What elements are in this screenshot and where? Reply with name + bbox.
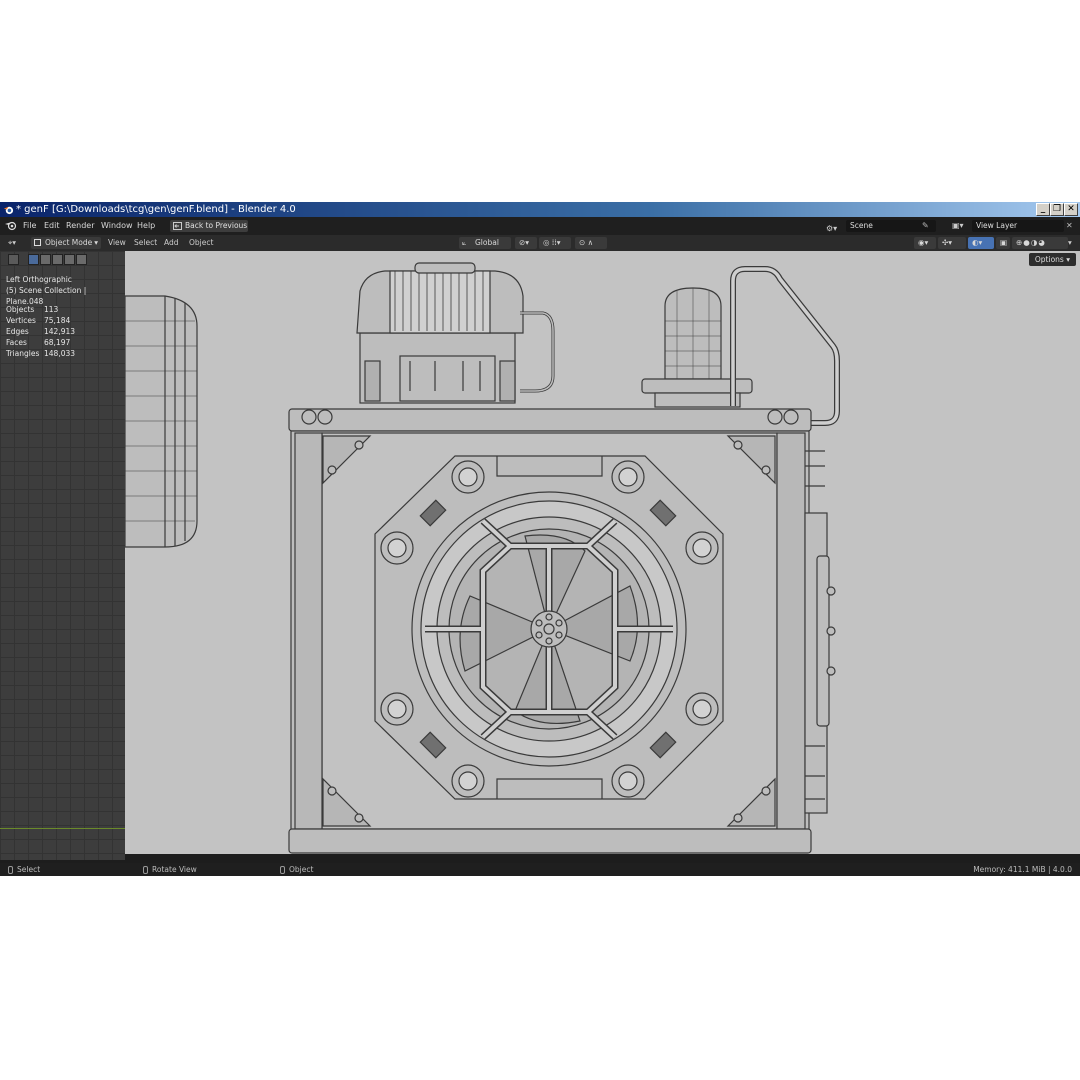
menu-object[interactable]: Object	[189, 235, 213, 251]
stat-value: 113	[44, 305, 59, 314]
top-menu-bar: File Edit Render Window Help Back to Pre…	[0, 217, 1080, 235]
overlay-icon: ◐▾	[972, 238, 983, 247]
blender-window: * genF [G:\Downloads\tcg\gen\genF.blend]…	[0, 202, 1080, 876]
pivot-icon: ⊘▾	[519, 238, 530, 247]
stat-label: Triangles	[6, 349, 40, 358]
stat-value: 142,913	[44, 327, 76, 336]
overlay-toggle[interactable]: ◐▾	[968, 237, 994, 249]
select-invert-icon[interactable]	[64, 254, 75, 265]
menu-select[interactable]: Select	[134, 235, 157, 251]
status-object-label: Object	[289, 865, 314, 874]
scene-statistics: Objects 113 Vertices 75,184 Edges 142,913 Face…	[6, 304, 75, 359]
xray-icon: ▣	[1000, 238, 1008, 247]
status-select-label: Select	[17, 865, 41, 874]
proportional-edit-toggle[interactable]: ⊙ ∧	[575, 237, 607, 249]
select-tool-icon[interactable]	[8, 254, 19, 265]
viewport-header: ⌖▾ Object Mode ▾ View Select Add Object …	[0, 235, 1080, 251]
menu-window[interactable]: Window	[101, 217, 133, 235]
chevron-down-icon: ▾	[94, 238, 98, 247]
snap-toggle[interactable]: ◎ ⁞⁞▾	[539, 237, 571, 249]
gizmo-icon: ✣▾	[942, 238, 953, 247]
mode-label: Object Mode	[45, 238, 93, 247]
blender-menu-icon[interactable]	[5, 221, 17, 231]
blender-logo-icon	[3, 206, 14, 215]
editor-type-icon[interactable]: ⌖▾	[8, 235, 16, 251]
scene-field-value: Scene	[850, 221, 873, 230]
pin-icon[interactable]: ✎	[922, 217, 929, 235]
status-rotate: Rotate View	[143, 863, 197, 876]
back-to-previous-button[interactable]: Back to Previous	[170, 220, 248, 232]
transform-orientation-label: Global	[475, 238, 499, 247]
stat-label: Objects	[6, 305, 35, 314]
stat-value: 148,033	[44, 349, 76, 358]
top-plate	[288, 408, 812, 432]
mode-dropdown[interactable]: Object Mode ▾	[31, 237, 101, 249]
options-button[interactable]: Options ▾	[1028, 253, 1076, 266]
gizmo-toggle[interactable]: ✣▾	[938, 237, 966, 249]
stat-row-vertices: Vertices 75,184	[6, 315, 75, 326]
menu-add[interactable]: Add	[164, 235, 179, 251]
menu-file[interactable]: File	[23, 217, 36, 235]
scene-icon[interactable]: ⚙▾	[826, 220, 844, 233]
status-object: Object	[280, 863, 313, 876]
stat-row-triangles: Triangles 148,033	[6, 348, 75, 359]
mouse-right-icon	[280, 866, 285, 874]
visibility-dropdown[interactable]: ◉▾	[914, 237, 936, 249]
select-extend-icon[interactable]	[40, 254, 51, 265]
back-to-previous-label: Back to Previous	[185, 221, 248, 230]
stat-label: Edges	[6, 327, 29, 336]
minimize-button[interactable]: _	[1036, 203, 1050, 216]
stat-label: Faces	[6, 338, 27, 347]
window-title: * genF [G:\Downloads\tcg\gen\genF.blend]…	[16, 204, 296, 215]
close-button[interactable]: ✕	[1064, 203, 1078, 216]
select-new-icon[interactable]	[28, 254, 39, 265]
proportional-edit-icon: ⊙ ∧	[579, 238, 594, 247]
title-bar: * genF [G:\Downloads\tcg\gen\genF.blend]…	[0, 202, 1080, 217]
status-bar: Select Rotate View Object Memory: 411.1 …	[0, 863, 1080, 876]
menu-render[interactable]: Render	[66, 217, 94, 235]
view-layer-field[interactable]: View Layer	[972, 220, 1064, 232]
menu-view[interactable]: View	[108, 235, 126, 251]
eye-icon: ◉▾	[918, 238, 929, 247]
3d-viewport[interactable]: Options ▾	[125, 251, 1080, 854]
snap-icon: ◎ ⁞⁞▾	[543, 238, 561, 247]
mouse-middle-icon	[143, 866, 148, 874]
select-subtract-icon[interactable]	[52, 254, 63, 265]
menu-help[interactable]: Help	[137, 217, 155, 235]
shading-chevron-down-icon[interactable]: ▾	[1068, 235, 1072, 251]
mouse-left-icon	[8, 866, 13, 874]
xray-toggle[interactable]: ▣	[996, 237, 1010, 249]
back-icon	[173, 222, 182, 230]
view-name: Left Orthographic	[6, 275, 72, 284]
select-intersect-icon[interactable]	[76, 254, 87, 265]
status-select: Select	[8, 863, 40, 876]
object-mode-icon	[34, 239, 41, 246]
remove-view-layer-icon[interactable]: ✕	[1066, 217, 1073, 235]
orientation-icon: ⟀	[462, 238, 467, 247]
stat-row-edges: Edges 142,913	[6, 326, 75, 337]
left-panel-grid: Left Orthographic (5) Scene Collection |…	[0, 251, 125, 860]
menu-edit[interactable]: Edit	[44, 217, 60, 235]
status-rotate-label: Rotate View	[152, 865, 197, 874]
x-axis-line	[0, 828, 125, 829]
memory-readout: Memory: 411.1 MiB | 4.0.0	[973, 865, 1072, 874]
viewport-overlay-text: Left Orthographic (5) Scene Collection |…	[6, 274, 125, 307]
view-layer-icon[interactable]: ▣▾	[952, 217, 964, 235]
stat-row-objects: Objects 113	[6, 304, 75, 315]
shading-mode-buttons[interactable]: ⊕●◑◕	[1012, 237, 1068, 249]
bottom-plate	[288, 828, 812, 854]
restore-button[interactable]: ❐	[1050, 203, 1064, 216]
shading-icons: ⊕●◑◕	[1016, 238, 1046, 247]
stat-label: Vertices	[6, 316, 36, 325]
stat-value: 68,197	[44, 338, 71, 347]
pivot-point-dropdown[interactable]: ⊘▾	[515, 237, 537, 249]
side-cylinder	[125, 295, 198, 548]
generator-model	[125, 262, 840, 854]
options-label: Options	[1034, 255, 1064, 264]
view-layer-field-value: View Layer	[976, 221, 1018, 230]
stat-row-faces: Faces 68,197	[6, 337, 75, 348]
stat-value: 75,184	[44, 316, 71, 325]
transform-orientation-dropdown[interactable]: ⟀ Global	[459, 237, 511, 249]
